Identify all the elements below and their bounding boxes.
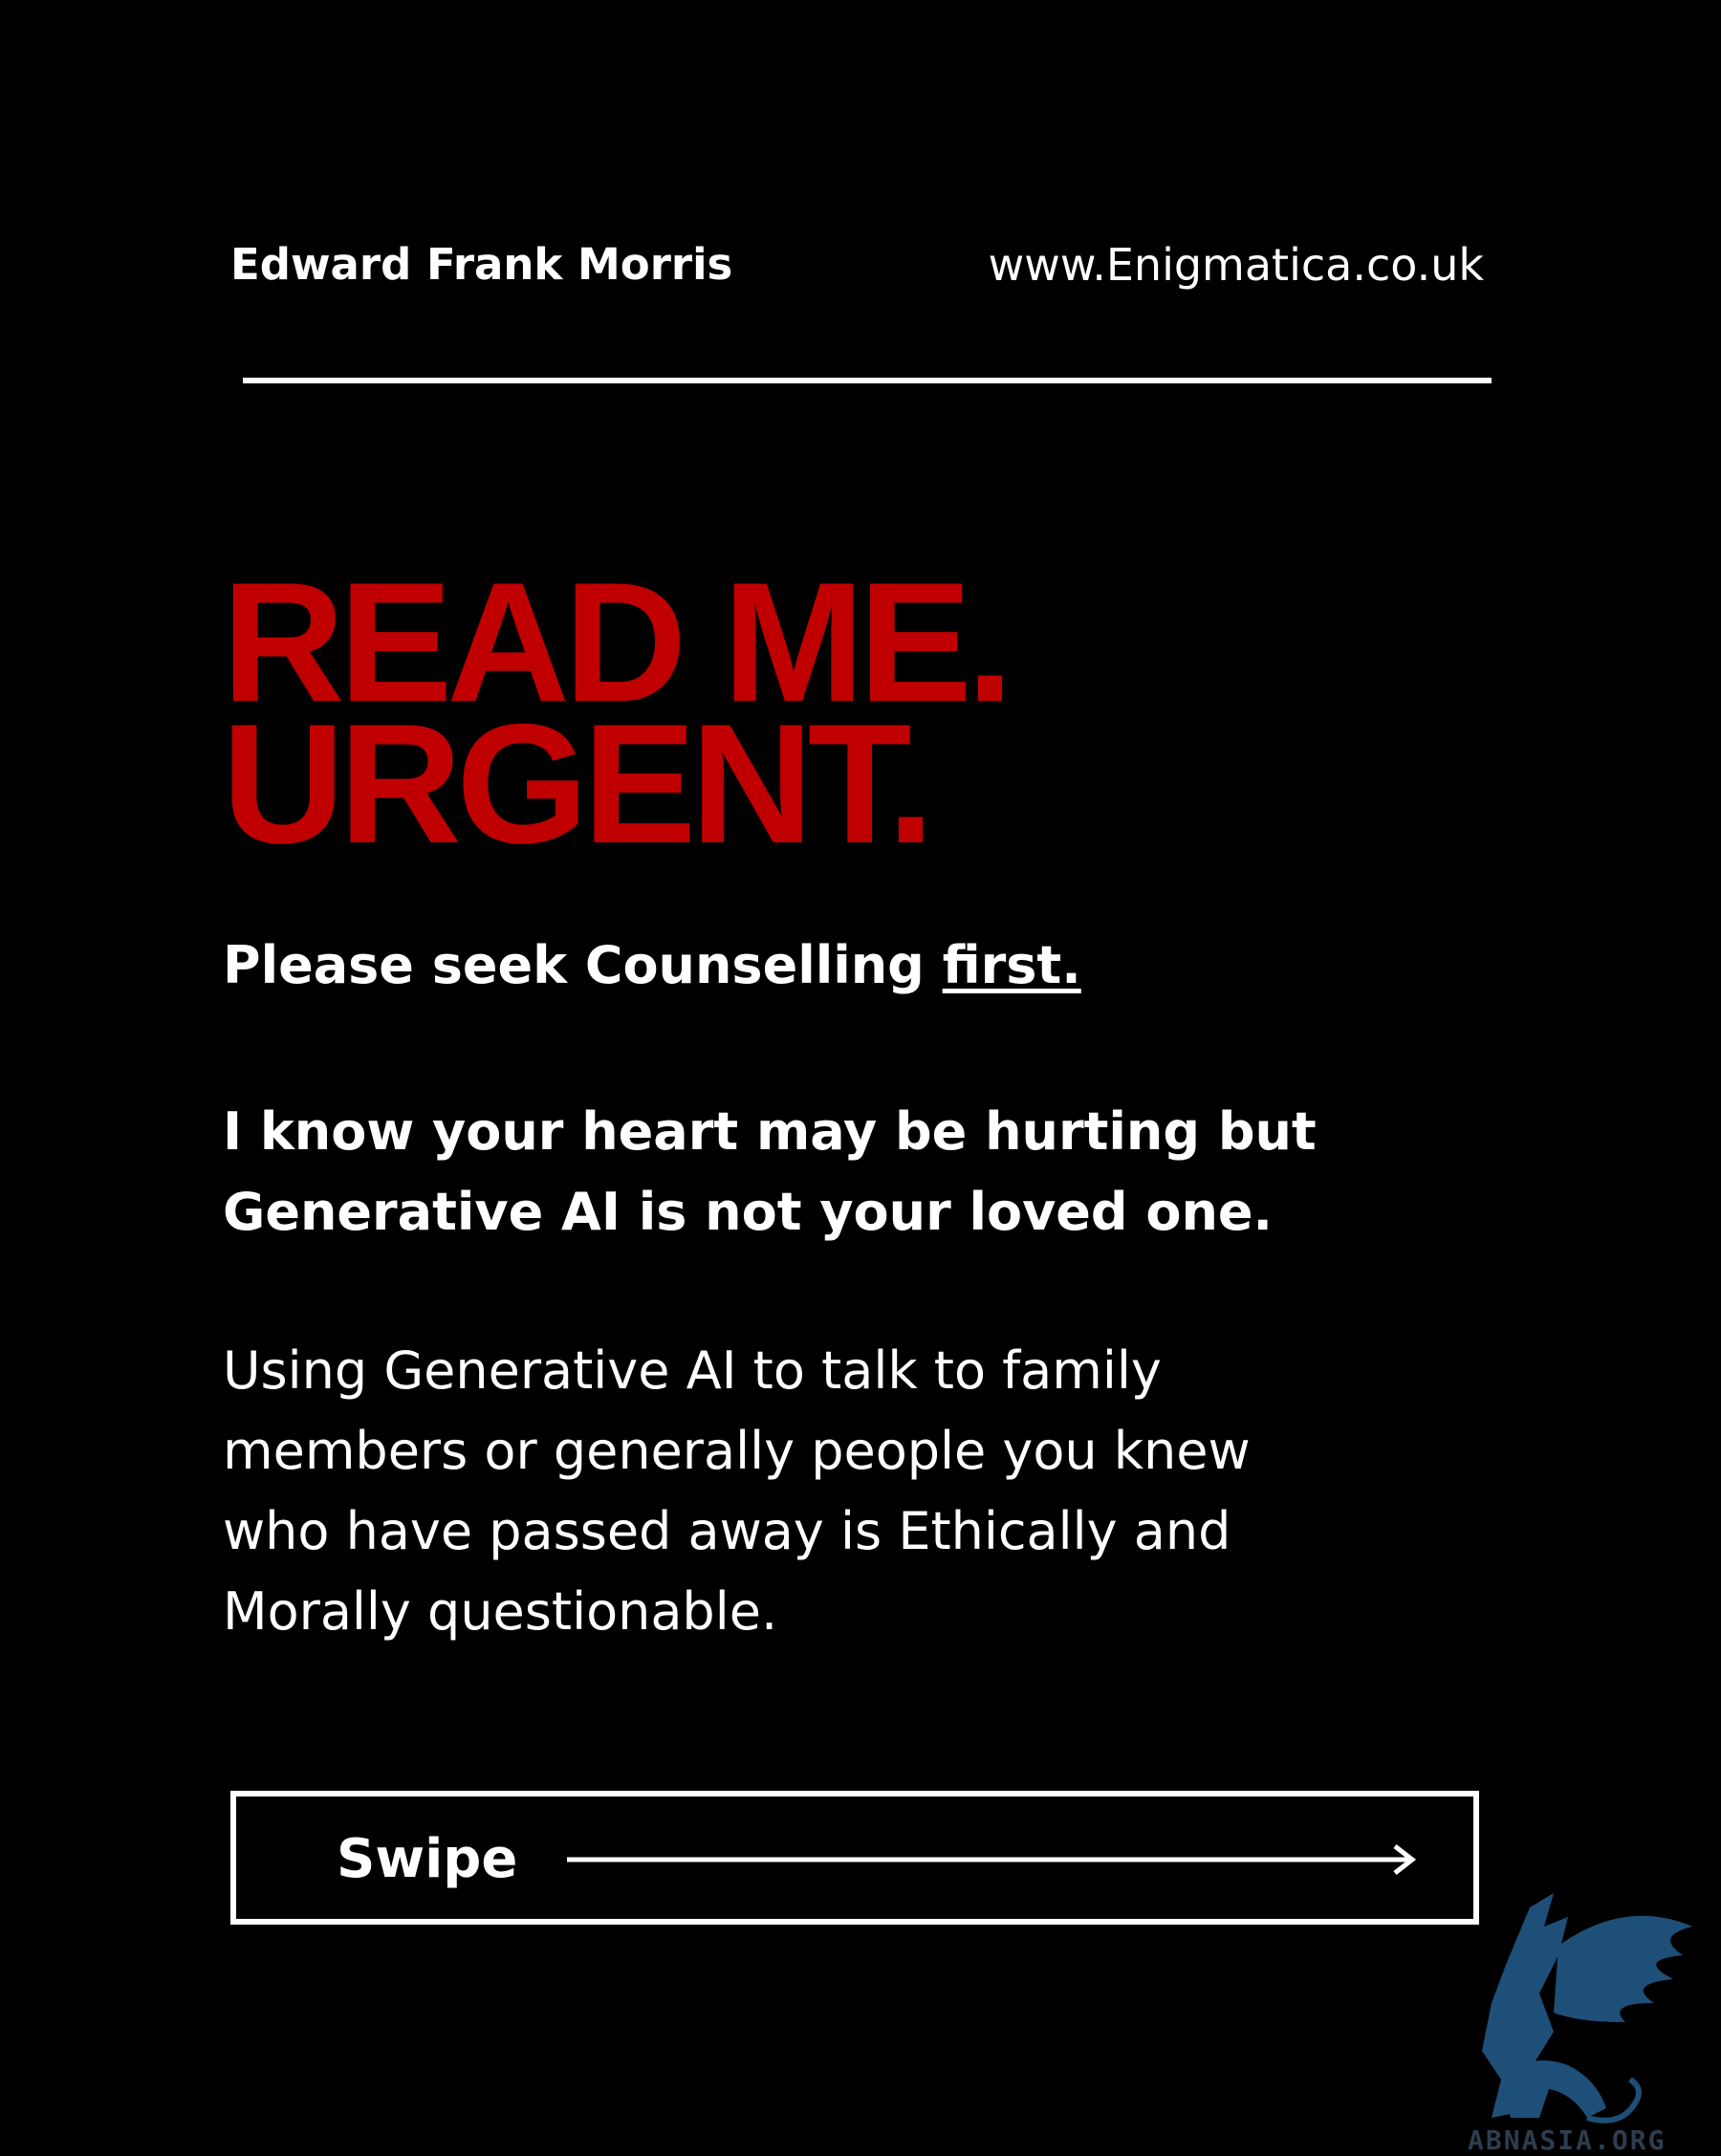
heart-message: I know your heart may be hurting but Gen… (223, 1092, 1317, 1252)
arrow-right-icon (567, 1844, 1417, 1875)
counselling-notice: Please seek Counselling first. (223, 935, 1081, 995)
counselling-text: Please seek Counselling (223, 935, 943, 995)
body-line-4: Morally questionable. (223, 1581, 778, 1642)
headline-line-2: URGENT. (222, 688, 934, 879)
body-line-3: who have passed away is Ethically and (223, 1501, 1231, 1561)
counselling-emphasis: first. (942, 935, 1081, 995)
watermark-text: ABNASIA.ORG (1468, 2124, 1667, 2156)
heart-line-1: I know your heart may be hurting but (223, 1101, 1317, 1162)
header-divider (243, 378, 1492, 383)
headline: READ ME. URGENT. (222, 557, 1013, 879)
swipe-button[interactable]: Swipe (230, 1791, 1479, 1925)
swipe-label: Swipe (337, 1828, 518, 1890)
body-line-2: members or generally people you knew (223, 1421, 1251, 1481)
body-paragraph: Using Generative AI to talk to family me… (223, 1331, 1251, 1652)
website-link[interactable]: www.Enigmatica.co.uk (989, 239, 1484, 291)
body-line-1: Using Generative AI to talk to family (223, 1340, 1162, 1401)
griffin-logo-icon (1482, 1893, 1692, 2123)
heart-line-2: Generative AI is not your loved one. (223, 1182, 1274, 1242)
author-name: Edward Frank Morris (230, 239, 733, 290)
